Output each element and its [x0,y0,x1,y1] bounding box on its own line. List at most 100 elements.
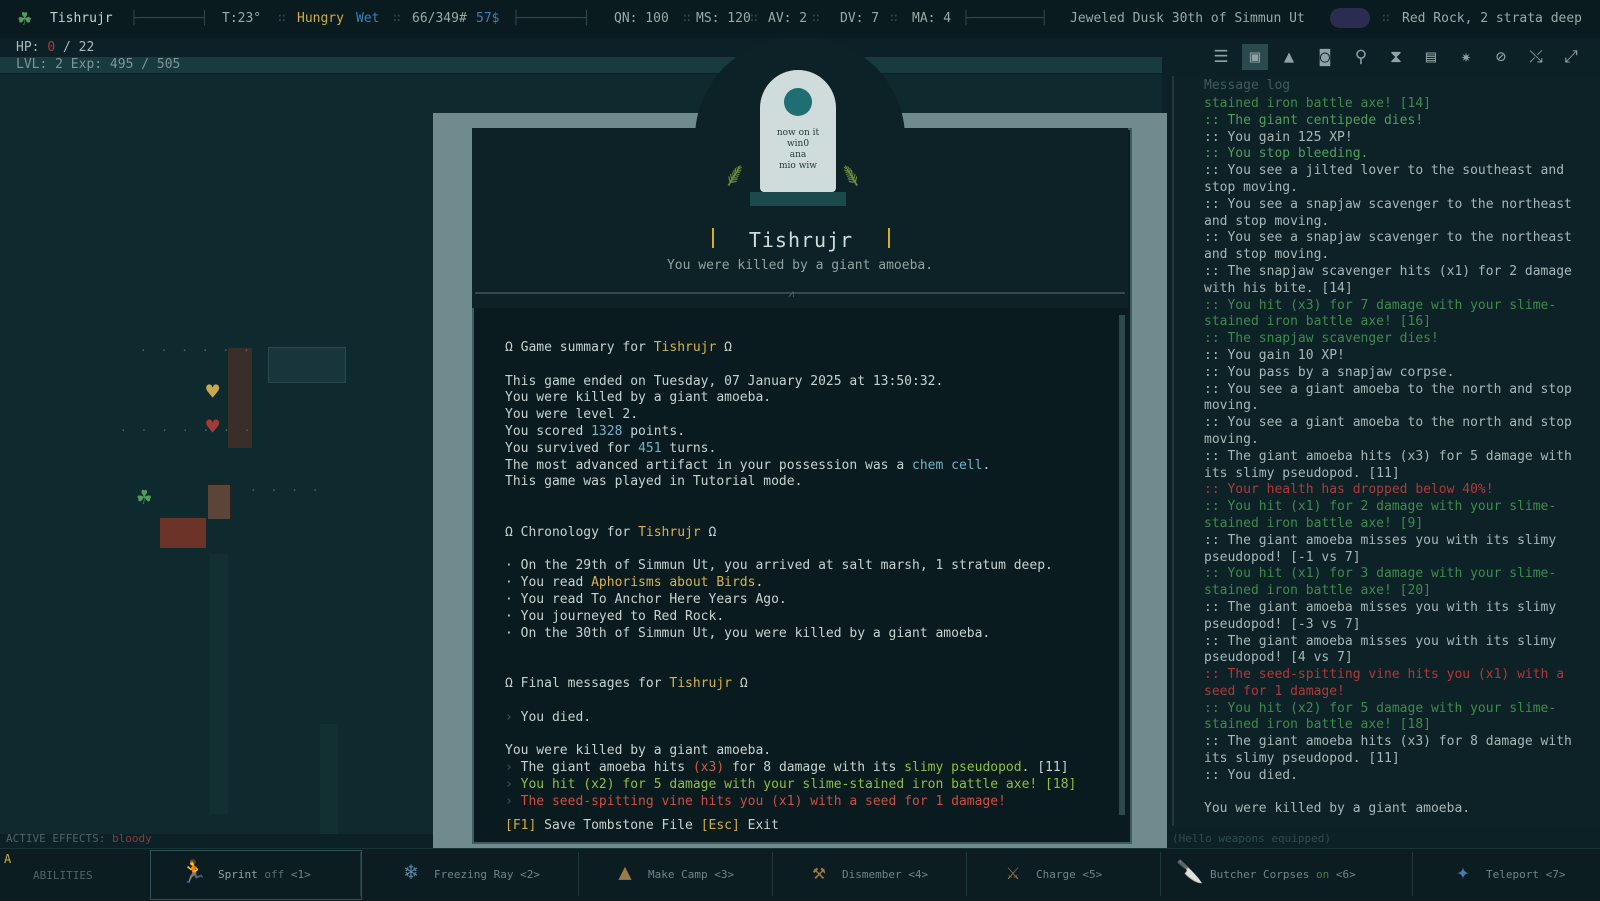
log-line: stop moving. [1204,179,1298,195]
journal-icon[interactable]: ▤ [1418,44,1444,70]
divider: ∷ [278,11,286,26]
ability-make-camp[interactable]: ▲ Make Camp <3> [612,848,762,900]
log-line: :: You pass by a snapjaw corpse. [1204,364,1455,380]
death-cause: You were killed by a giant amoeba. [666,258,934,273]
ability-teleport[interactable]: ✦ Teleport <7> [1450,848,1595,900]
sprint-icon: 🏃 [180,860,208,885]
log-line: moving. [1204,431,1259,447]
map-path [320,724,338,834]
quests-icon[interactable]: ⊘ [1488,44,1514,70]
quickness: QN: 100 [614,11,669,26]
log-line: :: You see a giant amoeba to the north a… [1204,415,1572,431]
ability-butcher-corpses[interactable]: 🔪 Butcher Corpses on <6> [1176,848,1401,900]
level-exp: LVL: 2 Exp: 495 / 505 [16,57,181,72]
ability-dismember[interactable]: ⚒ Dismember <4> [806,848,956,900]
dodge-value: DV: 7 [840,11,880,26]
log-line: stained iron battle axe! [14] [1204,96,1431,111]
player-name: Tishrujr [50,11,113,26]
summary-turns: You survived for 451 turns. [505,440,717,456]
log-line: pseudopod! [4 vs 7] [1204,650,1353,666]
log-line: :: You hit (x2) for 5 damage with your s… [1204,700,1557,716]
hourglass-icon[interactable]: ⧗ [1383,44,1409,70]
hp-label: HP: [16,40,40,55]
heart-icon: ♥ [206,380,220,405]
save-tombstone-button[interactable]: Save Tombstone File [544,818,693,833]
summary-score: You scored 1328 points. [505,423,686,439]
hp-max: / 22 [62,40,95,55]
tombstone-inscription: now on it win0 ana mio wiw [776,128,820,171]
log-line: and stop moving. [1204,213,1330,229]
log-line: stained iron battle axe! [20] [1204,583,1431,599]
log-line: :: The seed-spitting vine hits you (x1) … [1204,667,1565,683]
expand-icon[interactable]: ⤢ [1558,44,1584,70]
carry-weight: 66/349# [412,11,467,26]
log-line: :: The giant amoeba hits (x3) for 5 dama… [1204,448,1572,464]
ability-charge[interactable]: ⚔ Charge <5> [1000,848,1150,900]
chronology-item: · You read Aphorisms about Birds. [505,575,764,591]
chronology-heading: Ω Chronology for Tishrujr Ω [505,524,717,540]
dialog-footer: [F1] Save Tombstone File [Esc] Exit [505,818,779,833]
game-date: Jeweled Dusk 30th of Simmun Ut [1070,11,1305,26]
divider: ∷ [812,11,820,26]
status-bar: ☘ Tishrujr ├────────┤ T:23° ∷ Hungry Wet… [0,0,1600,38]
message-log[interactable]: stained iron battle axe! [14]:: The gian… [1204,96,1584,818]
log-line: :: Your health has dropped below 40%! [1204,482,1494,498]
floor-dots: ······ [140,344,264,357]
hp-current: 0 [47,40,56,55]
wet-status: Wet [356,11,380,26]
divider: ∷ [683,11,691,26]
menu-icon[interactable]: ☰ [1208,44,1234,70]
log-line: :: You see a jilted lover to the southea… [1204,163,1565,179]
mental-armor: MA: 4 [912,11,952,26]
divider [1160,852,1161,896]
player-sprite-icon: ☘ [137,482,152,510]
xp-bar: LVL: 2 Exp: 495 / 505 [0,57,1162,73]
log-line: with his bite. [14] [1204,280,1353,296]
log-line: :: The giant amoeba misses you with its … [1204,532,1557,548]
f1-key: [F1] [505,818,537,833]
player-avatar-icon: ☘ [18,6,32,31]
wall-tile [207,484,231,520]
search-icon[interactable]: ⚲ [1348,44,1374,70]
inventory-icon[interactable]: ◙ [1312,44,1338,70]
ability-sprint[interactable]: 🏃 Sprint off <1> [180,848,355,900]
moon-phase-icon [1330,8,1370,28]
weapons-hint: (Hello weapons equipped) [1172,832,1331,845]
divider [772,852,773,896]
divider-ornament-icon: ⩘ [788,287,795,300]
final-message: › The seed-spitting vine hits you (x1) w… [505,793,1006,809]
game-summary: Ω Game summary for Tishrujr Ω This game … [505,340,1105,810]
log-line: stained iron battle axe! [16] [1204,314,1431,330]
divider: ∷ [750,11,758,26]
log-line: its slimy pseudopod. [11] [1204,465,1400,481]
laurel-right-icon: ⸙ [838,155,864,195]
character-icon[interactable]: ▲ [1276,44,1302,70]
move-speed: MS: 120 [696,11,751,26]
summary-killed: You were killed by a giant amoeba. [505,390,772,406]
equipment-icon[interactable]: ▣ [1242,44,1268,70]
log-line: :: You see a snapjaw scavenger to the no… [1204,230,1572,246]
log-line: :: The snapjaw scavenger dies! [1204,331,1439,347]
chronology-item: · You journeyed to Red Rock. [505,608,725,624]
ability-page-marker: A [4,852,12,866]
ability-freezing-ray[interactable]: ❄ Freezing Ray <2> [398,848,568,900]
log-line: :: You stop bleeding. [1204,146,1369,162]
tombstone-base [750,192,846,206]
freezing-ray-icon: ❄ [404,860,418,885]
divider: ∷ [393,11,401,26]
rest-icon[interactable]: ⤯ [1523,44,1549,70]
final-message: › You died. [505,709,592,725]
tinker-icon[interactable]: ✷ [1453,44,1479,70]
log-line: :: You died. [1204,767,1298,783]
log-line: its slimy pseudopod. [11] [1204,751,1400,767]
chronology-item: · On the 30th of Simmun Ut, you were kil… [505,625,991,641]
exit-button[interactable]: Exit [748,818,779,833]
armor-value: AV: 2 [768,11,808,26]
temperature: T:23° [222,11,262,26]
header-divider [475,292,1125,294]
campfire-icon: ▲ [618,860,632,885]
name-bracket-left [712,228,714,248]
summary-mode: This game was played in Tutorial mode. [505,474,803,490]
divider: ∷ [1382,11,1390,26]
summary-scrollbar[interactable] [1119,315,1125,815]
